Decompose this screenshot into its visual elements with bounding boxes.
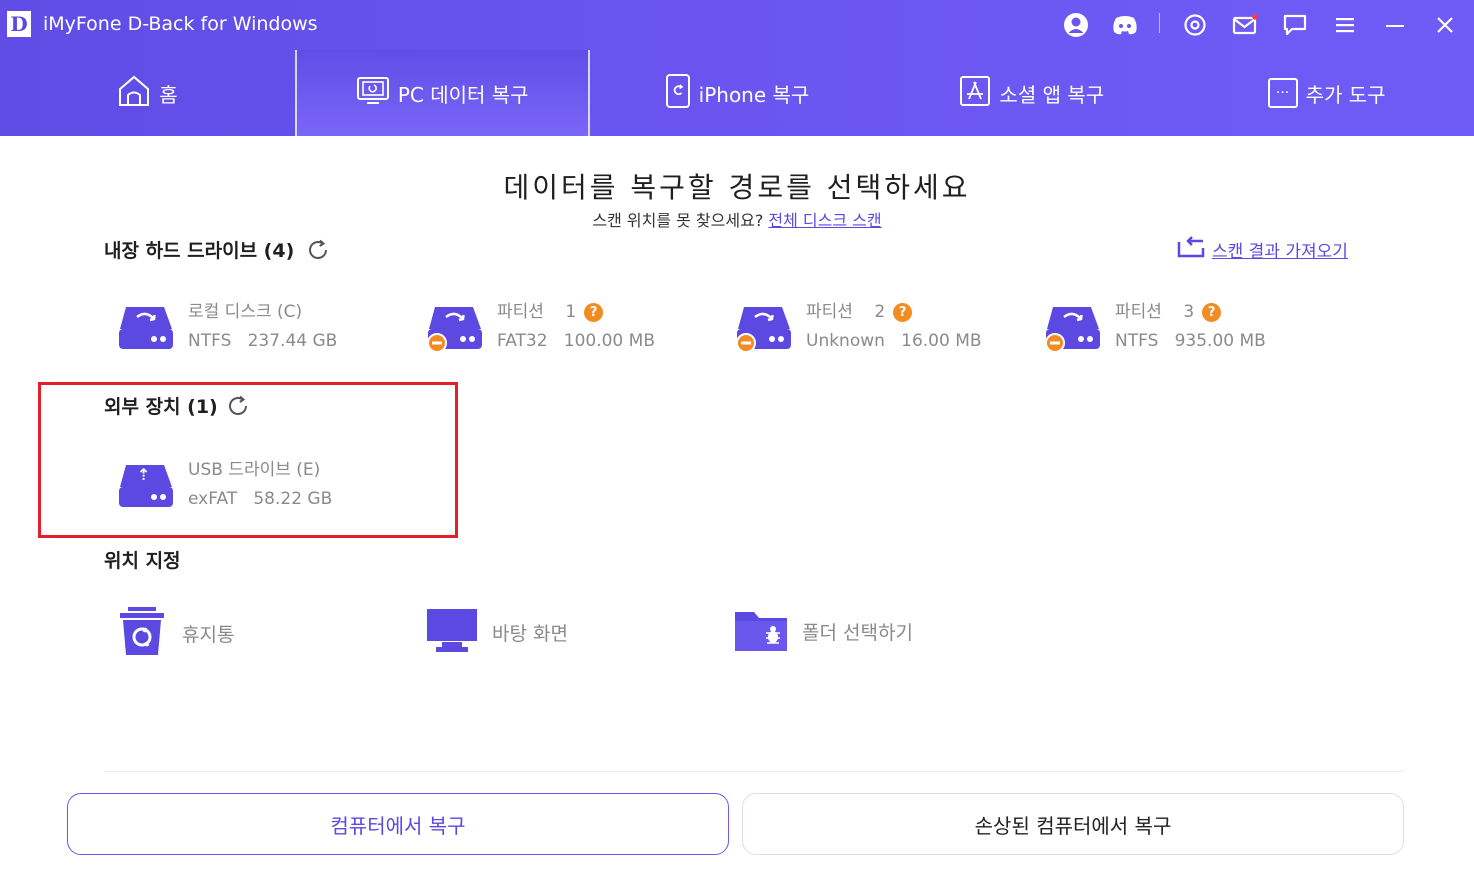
import-scan-result-link[interactable]: 스캔 결과 가져오기	[1176, 236, 1348, 263]
tab-pc-recovery-label: PC 데이터 복구	[397, 82, 529, 107]
title-bar-separator	[1159, 13, 1160, 33]
location-label: 휴지통	[182, 624, 235, 646]
app-header: D iMyFone D-Back for Windows 홈 PC 데이터 복구…	[0, 0, 1474, 136]
external-devices-header: 외부 장치 (1)	[104, 392, 250, 419]
drive-local-disk-c[interactable]: 로컬 디스크 (C) NTFS 237.44 GB	[118, 297, 337, 357]
import-icon	[1176, 236, 1206, 263]
drive-usb-e[interactable]: ⇡ USB 드라이브 (E) exFAT 58.22 GB	[118, 455, 332, 515]
drive-filesystem: Unknown	[806, 331, 885, 351]
minimize-icon[interactable]	[1380, 10, 1410, 40]
tab-more-tools-label: 추가 도구	[1305, 82, 1386, 107]
import-scan-label: 스캔 결과 가져오기	[1212, 242, 1348, 262]
tab-home-label: 홈	[159, 82, 178, 107]
tab-iphone-recovery-label: iPhone 복구	[698, 82, 810, 107]
tab-iphone-recovery[interactable]: iPhone 복구	[590, 50, 885, 136]
iphone-icon	[665, 73, 691, 114]
locations-header: 위치 지정	[104, 546, 181, 573]
partition-number: 2	[874, 302, 886, 322]
user-icon[interactable]	[1061, 10, 1091, 40]
internal-drives-header: 내장 하드 드라이브 (4)	[104, 236, 330, 263]
app-logo: D	[7, 11, 31, 37]
tab-social-app-recovery[interactable]: 소셜 앱 복구	[884, 50, 1179, 136]
home-icon	[117, 74, 151, 113]
drive-size: 237.44 GB	[247, 331, 338, 351]
drive-partition-3[interactable]: 파티션 3? NTFS 935.00 MB	[1045, 297, 1266, 357]
menu-icon[interactable]	[1330, 10, 1360, 40]
help-badge-icon[interactable]: ?	[584, 303, 604, 322]
drive-size: 58.22 GB	[253, 489, 333, 509]
tab-home[interactable]: 홈	[0, 50, 295, 136]
pc-recovery-icon	[356, 76, 390, 111]
app-title: iMyFone D-Back for Windows	[43, 13, 318, 35]
drive-name: 파티션	[806, 302, 853, 322]
subtitle-text: 스캔 위치를 못 찾으세요?	[592, 211, 764, 230]
drive-filesystem: FAT32	[497, 331, 548, 351]
title-bar: D iMyFone D-Back for Windows	[0, 0, 1474, 50]
usb-symbol: ⇡	[137, 465, 151, 484]
partition-number: 3	[1183, 302, 1195, 322]
app-store-icon	[959, 75, 991, 112]
recycle-bin-icon	[118, 606, 168, 661]
help-badge-icon[interactable]: ?	[1202, 303, 1222, 322]
partition-number: 1	[565, 302, 577, 322]
location-label: 바탕 화면	[492, 623, 568, 645]
external-devices-title: 외부 장치 (1)	[104, 396, 218, 418]
page-subtitle: 스캔 위치를 못 찾으세요? 전체 디스크 스캔	[0, 207, 1474, 231]
drive-filesystem: NTFS	[1115, 331, 1159, 351]
more-tools-icon: ···	[1267, 78, 1298, 108]
drive-partition-2[interactable]: 파티션 2? Unknown 16.00 MB	[736, 297, 982, 357]
refresh-icon[interactable]	[306, 238, 330, 262]
hard-drive-icon	[118, 301, 174, 353]
location-desktop[interactable]: 바탕 화면	[426, 606, 568, 659]
footer-divider	[104, 771, 1404, 772]
refresh-icon[interactable]	[226, 394, 250, 418]
page-title: 데이터를 복구할 경로를 선택하세요	[503, 171, 971, 204]
internal-drives-title: 내장 하드 드라이브 (4)	[104, 240, 295, 262]
feedback-icon[interactable]	[1280, 10, 1310, 40]
mail-icon[interactable]	[1230, 10, 1260, 40]
usb-drive-icon: ⇡	[118, 459, 174, 511]
locations-title: 위치 지정	[104, 550, 181, 572]
tab-more-tools[interactable]: ··· 추가 도구	[1179, 50, 1474, 136]
recover-from-computer-button[interactable]: 컴퓨터에서 복구	[67, 793, 729, 855]
discord-icon[interactable]	[1110, 10, 1140, 40]
location-label: 폴더 선택하기	[802, 622, 913, 644]
drive-size: 100.00 MB	[563, 331, 655, 351]
drive-name: 로컬 디스크 (C)	[188, 302, 303, 322]
tab-pc-recovery[interactable]: PC 데이터 복구	[294, 50, 590, 136]
close-icon[interactable]	[1430, 10, 1460, 40]
settings-icon[interactable]	[1180, 10, 1210, 40]
location-recycle-bin[interactable]: 휴지통	[118, 606, 234, 661]
drive-partition-1[interactable]: 파티션 1? FAT32 100.00 MB	[427, 297, 655, 357]
drive-filesystem: exFAT	[188, 489, 238, 509]
main-nav: 홈 PC 데이터 복구 iPhone 복구 소셜 앱 복구 ··· 추가 도구	[0, 50, 1474, 136]
recover-from-crashed-computer-button[interactable]: 손상된 컴퓨터에서 복구	[742, 793, 1404, 855]
desktop-icon	[426, 606, 478, 659]
hard-drive-icon	[1045, 301, 1101, 353]
location-select-folder[interactable]: 폴더 선택하기	[734, 606, 913, 657]
folder-icon	[734, 606, 788, 657]
drive-filesystem: NTFS	[188, 331, 232, 351]
hard-drive-icon	[427, 301, 483, 353]
drive-name: 파티션	[1115, 302, 1162, 322]
drive-size: 16.00 MB	[901, 331, 982, 351]
help-badge-icon[interactable]: ?	[893, 303, 913, 322]
drive-name: 파티션	[497, 302, 544, 322]
full-disk-scan-link[interactable]: 전체 디스크 스캔	[768, 211, 881, 230]
hard-drive-icon	[736, 301, 792, 353]
drive-size: 935.00 MB	[1174, 331, 1266, 351]
drive-name: USB 드라이브 (E)	[188, 460, 321, 480]
tab-social-app-recovery-label: 소셜 앱 복구	[999, 82, 1105, 107]
